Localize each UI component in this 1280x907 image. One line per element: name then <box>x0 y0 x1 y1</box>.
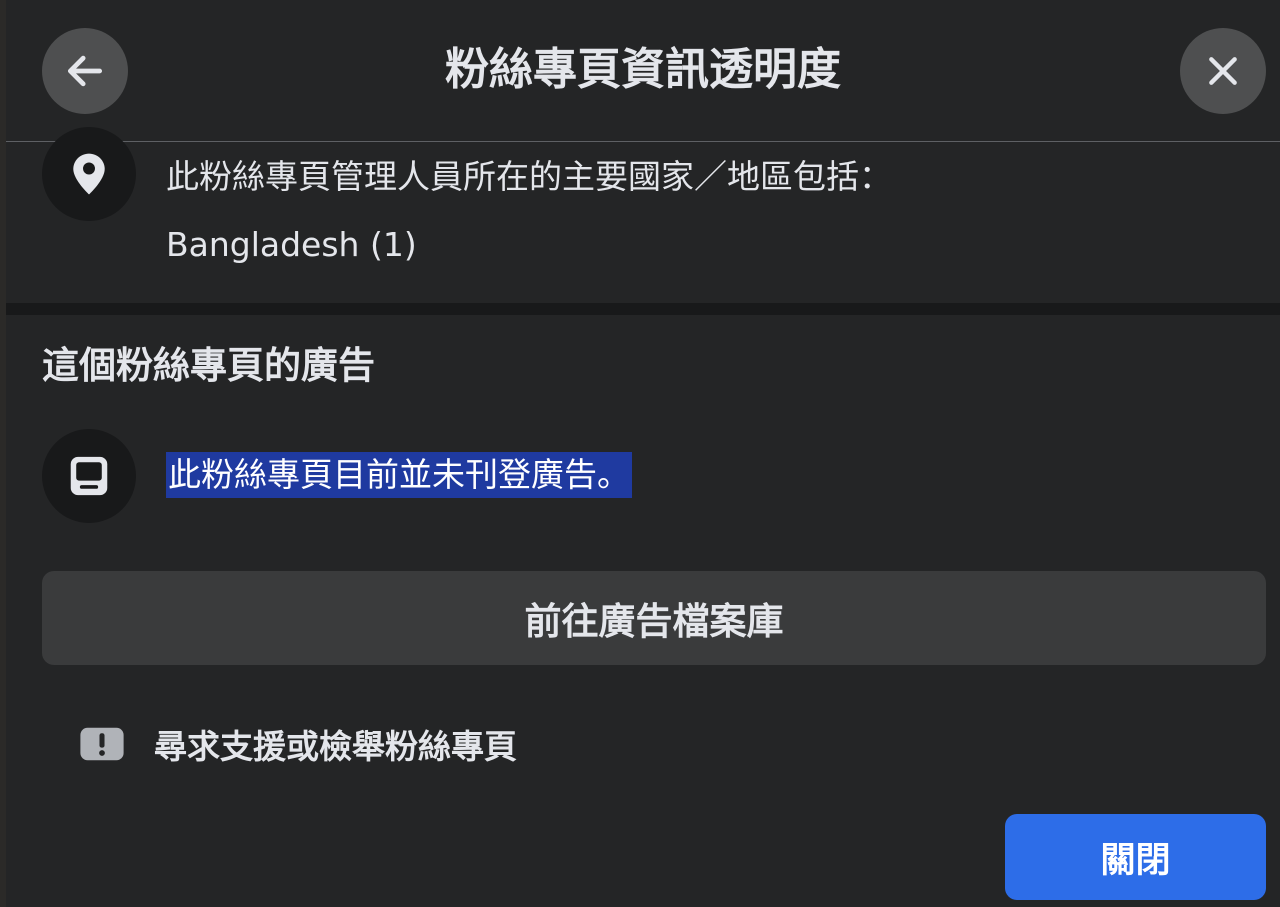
report-page-label: 尋求支援或檢舉粉絲專頁 <box>154 727 517 766</box>
location-icon-circle <box>42 127 136 221</box>
close-dialog-button[interactable] <box>1180 28 1266 114</box>
ads-section-heading: 這個粉絲專頁的廣告 <box>42 344 375 387</box>
ad-library-button[interactable]: 前往廣告檔案庫 <box>42 571 1266 665</box>
page-transparency-dialog: 粉絲專頁資訊透明度 此粉絲專頁管理人員所在的主要國家／地區包括： Banglad… <box>6 0 1280 907</box>
admin-location-value: Bangladesh (1) <box>166 225 417 264</box>
ads-icon-circle <box>42 429 136 523</box>
location-pin-icon <box>73 153 105 195</box>
dialog-title: 粉絲專頁資訊透明度 <box>445 44 841 95</box>
admin-location-label: 此粉絲專頁管理人員所在的主要國家／地區包括： <box>166 157 892 196</box>
close-button[interactable]: 關閉 <box>1005 814 1266 900</box>
exclamation-icon <box>80 727 124 761</box>
ads-status-text: 此粉絲專頁目前並未刊登廣告。 <box>166 452 632 498</box>
report-page-link[interactable]: 尋求支援或檢舉粉絲專頁 <box>80 718 517 770</box>
close-icon <box>1209 57 1237 85</box>
admin-location-section: 此粉絲專頁管理人員所在的主要國家／地區包括： Bangladesh (1) <box>6 127 1280 303</box>
ad-monitor-icon <box>70 456 108 496</box>
section-divider <box>6 303 1280 315</box>
dialog-header: 粉絲專頁資訊透明度 <box>6 0 1280 142</box>
